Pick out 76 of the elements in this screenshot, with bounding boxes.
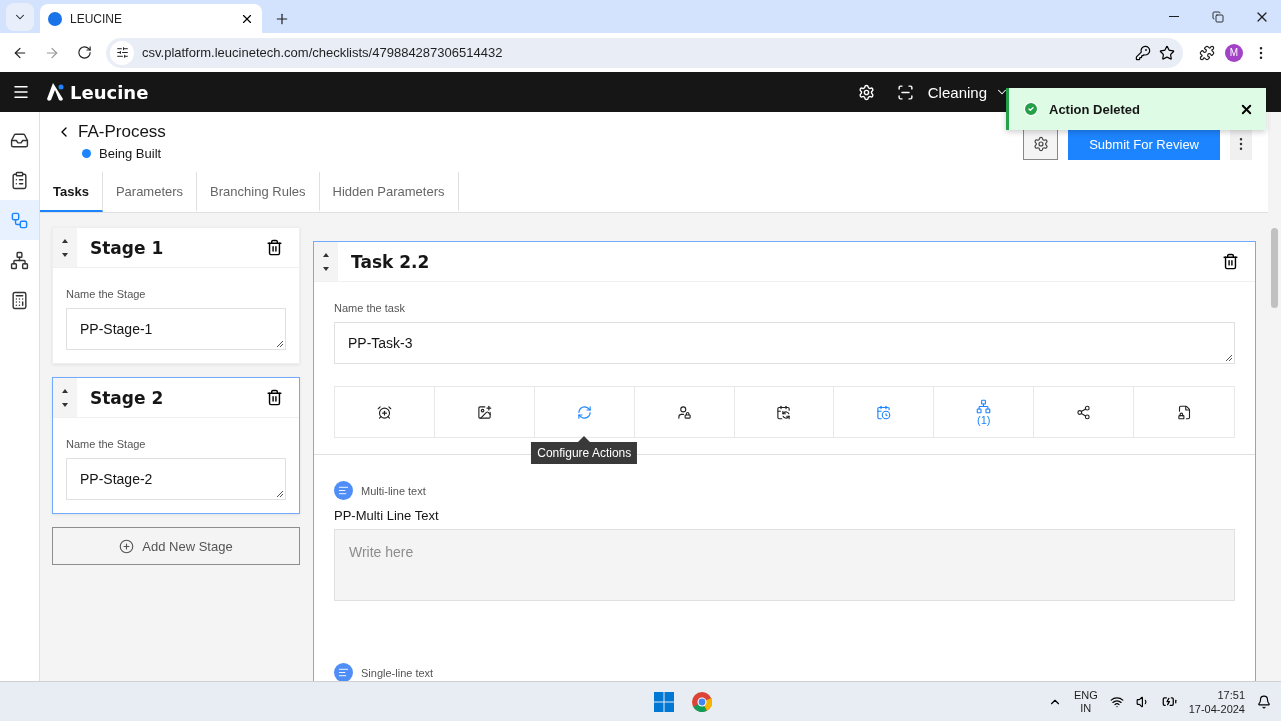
hierarchy-icon — [10, 250, 29, 270]
calculator-icon — [10, 290, 29, 310]
submit-button[interactable]: Submit For Review — [1068, 128, 1220, 160]
move-down-icon[interactable] — [62, 402, 68, 407]
success-icon — [1023, 101, 1039, 117]
workflow-icon — [10, 210, 29, 230]
stage-name-field[interactable]: PP-Stage-2 — [66, 458, 286, 500]
language-indicator[interactable]: ENG IN — [1073, 688, 1098, 715]
parameter-type: Single-line text — [361, 666, 434, 679]
wifi-icon[interactable] — [1109, 694, 1124, 709]
settings-icon[interactable] — [857, 83, 875, 101]
minimize-icon — [1169, 16, 1179, 17]
site-favicon-icon — [48, 11, 62, 26]
menu-icon[interactable] — [12, 83, 30, 101]
parameter-name: PP-Multi Line Text — [334, 508, 440, 523]
battery-icon[interactable] — [1161, 694, 1177, 709]
facility-dropdown[interactable]: Cleaning — [927, 83, 1009, 101]
puzzle-icon — [1199, 44, 1215, 61]
move-up-icon[interactable] — [62, 238, 68, 243]
delete-icon[interactable] — [266, 389, 283, 406]
stage-title: Stage 2 — [89, 387, 165, 408]
status-label: Being Built — [99, 146, 162, 161]
text-type-icon — [334, 481, 353, 500]
profile-avatar[interactable]: M — [1225, 43, 1243, 62]
settings-button[interactable] — [1023, 128, 1059, 160]
move-up-icon[interactable] — [323, 252, 329, 257]
tab[interactable]: Parameters — [102, 172, 198, 212]
move-up-icon[interactable] — [62, 388, 68, 393]
field-label: Name the Stage — [66, 438, 147, 450]
chrome-icon[interactable] — [691, 691, 712, 712]
scan-icon[interactable] — [896, 83, 914, 101]
sliders-icon — [115, 46, 129, 59]
clipboard-icon — [10, 170, 29, 190]
tab[interactable]: Hidden Parameters — [319, 172, 459, 212]
task-title: Task 2.2 — [350, 251, 431, 272]
site-settings-button[interactable] — [110, 40, 134, 65]
process-title: FA-Process — [78, 122, 166, 142]
brand-name: Leucine — [70, 81, 149, 103]
field-label: Name the Stage — [66, 288, 147, 300]
parameter-type: Multi-line text — [361, 484, 426, 497]
resize-handle-icon[interactable] — [1225, 354, 1232, 361]
tooltip: Configure Actions — [531, 436, 638, 464]
logo-icon — [44, 81, 66, 103]
field-label: Name the task — [334, 302, 406, 314]
stage-card[interactable]: Stage 2 Name the Stage PP-Stage-2 — [52, 377, 300, 514]
clock[interactable]: 17:51 17-04-2024 — [1188, 687, 1245, 716]
reload-icon — [76, 45, 92, 60]
tab[interactable]: Branching Rules — [197, 172, 320, 212]
move-down-icon[interactable] — [323, 266, 329, 271]
task-name-field[interactable]: PP-Task-3 — [334, 322, 1235, 364]
add-stage-button[interactable]: Add New Stage — [52, 527, 300, 565]
reorder-handle[interactable] — [53, 378, 77, 417]
status-dot — [82, 149, 91, 158]
resize-handle-icon[interactable] — [276, 490, 283, 497]
plus-circle-icon — [119, 538, 135, 554]
move-down-icon[interactable] — [62, 252, 68, 257]
browser-tab[interactable]: LEUCINE — [40, 4, 262, 33]
delete-icon[interactable] — [1222, 253, 1239, 270]
delete-icon[interactable] — [266, 239, 283, 256]
settings-icon — [1032, 136, 1049, 152]
stage-name-field[interactable]: PP-Stage-1 — [66, 308, 286, 350]
star-icon — [1159, 44, 1175, 61]
windows-start-icon[interactable] — [653, 691, 674, 712]
toast-message: Action Deleted — [1049, 101, 1141, 117]
key-icon — [1135, 44, 1151, 61]
reorder-handle[interactable] — [314, 242, 338, 281]
reorder-handle[interactable] — [53, 228, 77, 267]
inbox-icon — [10, 130, 29, 150]
scrollbar-thumb[interactable] — [1271, 228, 1278, 308]
notification-icon[interactable] — [1257, 694, 1271, 709]
restore-icon — [1212, 10, 1224, 23]
stage-title: Stage 1 — [89, 237, 165, 258]
resize-handle-icon[interactable] — [276, 340, 283, 347]
address-bar[interactable]: csv.platform.leucinetech.com/checklists/479884287306514432 — [106, 37, 1183, 68]
plus-icon — [274, 11, 290, 27]
stage-card[interactable]: Stage 1 Name the Stage PP-Stage-1 — [52, 227, 300, 364]
